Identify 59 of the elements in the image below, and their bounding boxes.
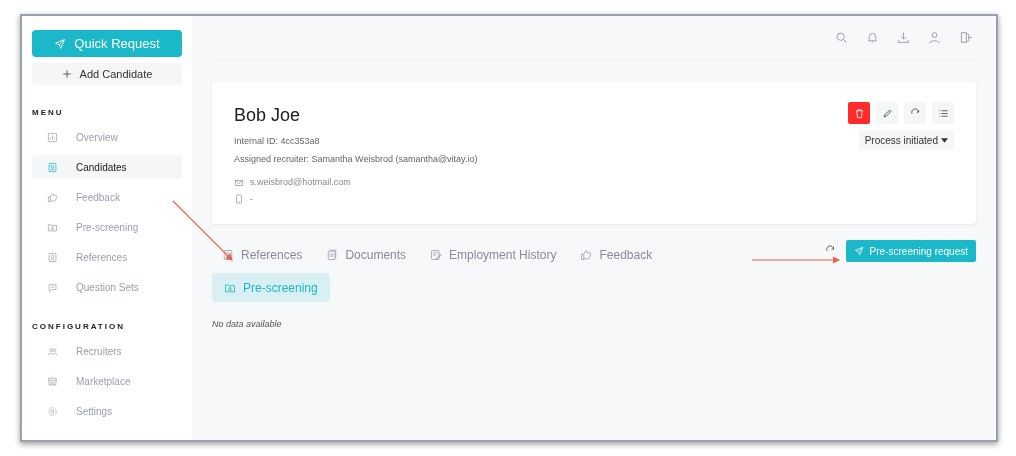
search-icon[interactable]	[835, 31, 848, 44]
logout-icon[interactable]	[959, 31, 972, 44]
folder-icon	[224, 281, 236, 294]
sidebar-item[interactable]: Feedback	[32, 185, 182, 209]
delete-button[interactable]	[848, 102, 870, 124]
tab[interactable]: Documents	[316, 240, 417, 269]
pencil-icon	[881, 107, 893, 119]
trash-icon	[853, 107, 865, 119]
chat-icon	[47, 281, 58, 293]
sidebar-item[interactable]: Settings	[32, 399, 182, 423]
contact-card-icon	[47, 251, 58, 263]
plus-icon	[61, 69, 72, 79]
download-icon[interactable]	[897, 31, 910, 44]
internal-id: Internal ID: 4cc353a8	[234, 135, 321, 148]
pre-screening-request-button[interactable]: Pre-screening request	[845, 240, 976, 262]
list-button[interactable]	[932, 102, 954, 124]
thumbs-up-icon	[47, 191, 58, 203]
tab[interactable]: Employment History	[420, 240, 567, 269]
sidebar-item[interactable]: Marketplace	[32, 369, 182, 393]
quick-request-button[interactable]: Quick Request	[32, 30, 182, 57]
people-icon	[47, 345, 58, 357]
candidate-name: Bob Joe	[234, 104, 302, 127]
assigned-recruiter: Assigned recruiter: Samantha Weisbrod (samantha@vitay.io)	[234, 152, 478, 166]
contact-card-icon	[222, 248, 234, 261]
refresh-button[interactable]	[904, 102, 926, 124]
sidebar-item[interactable]: Question Sets	[32, 275, 182, 299]
chart-icon	[47, 131, 58, 143]
send-icon	[853, 246, 864, 256]
id-badge-icon	[47, 161, 58, 173]
send-icon	[54, 37, 67, 50]
list-icon	[937, 107, 949, 119]
phone-icon	[234, 194, 244, 205]
tab[interactable]: Feedback	[570, 240, 663, 269]
edit-button[interactable]	[876, 102, 898, 124]
status-dropdown[interactable]: Process initiated	[858, 130, 954, 150]
thumbs-up-icon	[580, 248, 593, 261]
sidebar-item[interactable]: Pre-screening	[32, 215, 182, 239]
bell-icon[interactable]	[866, 31, 879, 44]
store-icon	[47, 375, 58, 387]
settings-icon	[47, 405, 58, 417]
tab[interactable]: Pre-screening	[212, 273, 330, 302]
email-text: s.weisbrod@hotmail.com	[250, 176, 351, 189]
caret-down-icon	[941, 137, 948, 143]
folder-icon	[47, 221, 58, 233]
phone-text: -	[250, 192, 253, 206]
sidebar-item[interactable]: Overview	[32, 125, 182, 149]
empty-message: No data available	[212, 318, 283, 331]
user-icon[interactable]	[928, 31, 941, 44]
mail-icon	[234, 177, 244, 188]
add-candidate-button[interactable]: Add Candidate	[32, 63, 182, 85]
annotation-arrow	[172, 200, 233, 261]
tab[interactable]: References	[212, 240, 313, 269]
sidebar-item[interactable]: Recruiters	[32, 339, 182, 363]
form-edit-icon	[430, 248, 443, 261]
sidebar-item[interactable]: References	[32, 245, 182, 269]
documents-icon	[326, 248, 339, 261]
section-heading: CONFIGURATION	[32, 321, 126, 333]
sidebar-item[interactable]: Candidates	[32, 155, 182, 179]
section-heading: MENU	[32, 107, 65, 119]
